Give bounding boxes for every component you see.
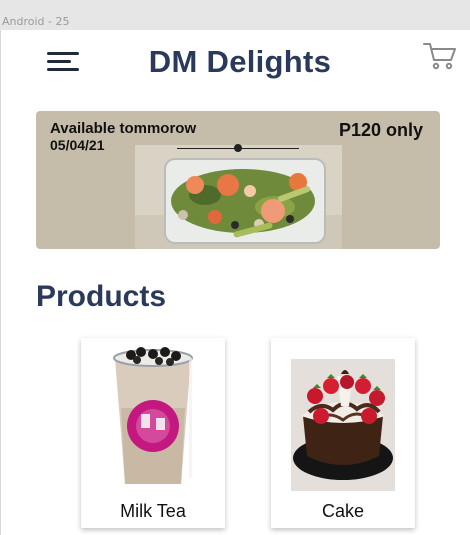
frame-label: Android - 25 — [2, 15, 70, 28]
products-heading: Products — [36, 280, 167, 313]
promo-date: 05/04/21 — [50, 137, 105, 153]
product-name: Milk Tea — [120, 501, 186, 521]
shopping-cart-icon[interactable] — [422, 41, 458, 71]
product-card-milk-tea[interactable]: Milk Tea — [81, 338, 225, 528]
product-card-cake[interactable]: Cake — [271, 338, 415, 528]
cake-image — [291, 359, 395, 491]
promo-banner[interactable]: Available tommorow 05/04/21 P120 only — [36, 111, 440, 249]
app-screen: DM Delights Available tommorow 05/04/21 … — [0, 30, 470, 535]
promo-price: P120 only — [339, 120, 424, 140]
promo-food-image — [135, 145, 342, 249]
milk-tea-image — [101, 346, 205, 491]
app-title: DM Delights — [148, 44, 332, 79]
promo-divider-pin — [234, 144, 242, 152]
promo-availability: Available tommorow — [50, 120, 197, 137]
product-name: Cake — [321, 501, 365, 521]
